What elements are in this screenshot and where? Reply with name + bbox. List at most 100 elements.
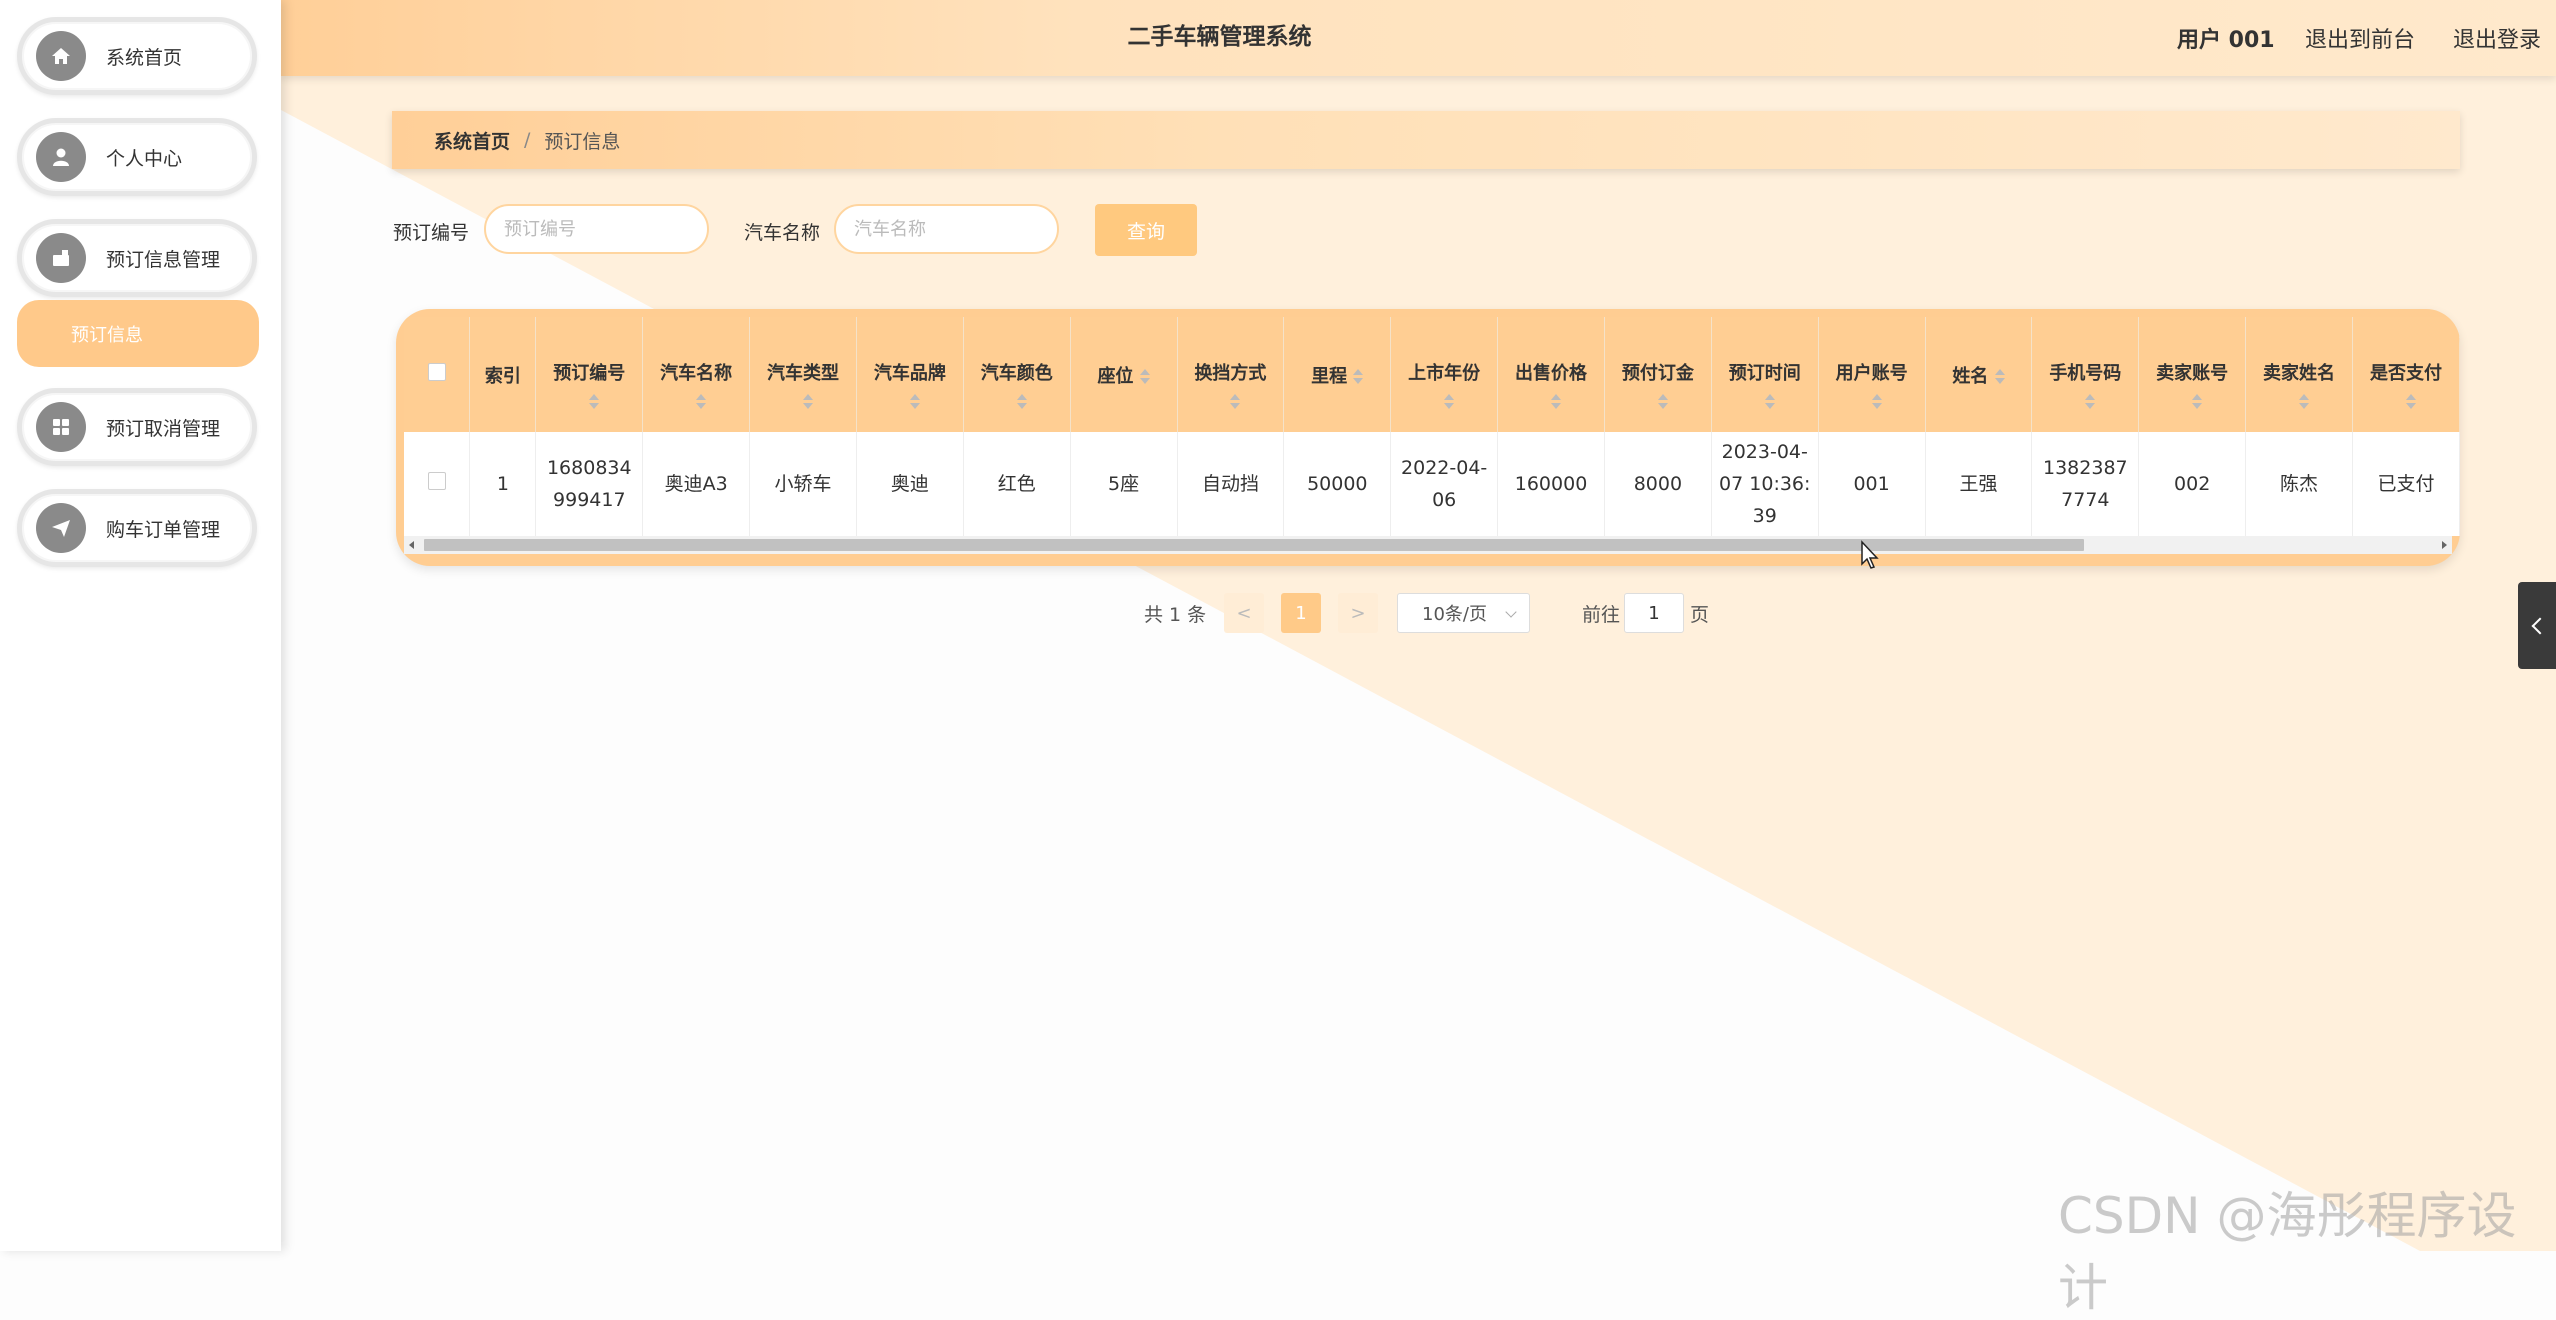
- table-cell: 2022-04-06: [1390, 432, 1499, 536]
- table-cell: 自动挡: [1177, 432, 1285, 536]
- sidebar: 系统首页 个人中心 预订信息管理 预订信息 预订取消管理 购车订单管理: [0, 0, 281, 1251]
- sidebar-item-label: 购车订单管理: [106, 518, 221, 541]
- breadcrumb-home[interactable]: 系统首页: [434, 127, 510, 154]
- row-checkbox[interactable]: [404, 432, 471, 536]
- back-to-front-link[interactable]: 退出到前台: [2305, 22, 2415, 54]
- sidebar-item-purchase-orders[interactable]: 购车订单管理: [17, 489, 257, 567]
- sidebar-item-profile[interactable]: 个人中心: [17, 118, 257, 196]
- table-cell: 红色: [963, 432, 1071, 536]
- sort-icon[interactable]: [2299, 393, 2310, 411]
- column-header[interactable]: 座位: [1070, 317, 1178, 432]
- column-header[interactable]: 卖家姓名: [2245, 317, 2353, 432]
- sort-icon[interactable]: [696, 393, 707, 411]
- table-cell: 5座: [1070, 432, 1178, 536]
- sort-icon[interactable]: [589, 393, 600, 411]
- sidebar-item-booking-management[interactable]: 预订信息管理: [17, 219, 257, 297]
- chevron-down-icon: [1505, 606, 1517, 618]
- table-cell: 小轿车: [749, 432, 857, 536]
- table-cell: 1680834999417: [535, 432, 644, 536]
- select-all-checkbox[interactable]: [404, 317, 471, 432]
- sidebar-item-home[interactable]: 系统首页: [17, 17, 257, 95]
- column-header[interactable]: 姓名: [1925, 317, 2033, 432]
- sort-icon[interactable]: [1764, 393, 1775, 411]
- sidebar-item-label: 个人中心: [106, 147, 183, 170]
- pagination-total: 共 1 条: [1144, 604, 1207, 626]
- order-no-input[interactable]: [484, 204, 709, 254]
- sort-icon[interactable]: [1353, 368, 1364, 386]
- column-header[interactable]: 汽车品牌: [856, 317, 964, 432]
- sort-icon[interactable]: [803, 393, 813, 411]
- top-header: 二手车辆管理系统 用户 001 退出到前台 退出登录: [281, 0, 2556, 76]
- sort-icon[interactable]: [1994, 368, 2005, 386]
- sidebar-subitem-booking-info[interactable]: 预订信息: [17, 300, 259, 367]
- sort-icon[interactable]: [1016, 393, 1027, 411]
- column-header[interactable]: 预订编号: [535, 317, 644, 432]
- sort-icon[interactable]: [1551, 393, 1562, 411]
- table-cell: 奥迪: [856, 432, 964, 536]
- current-user: 用户 001: [2177, 28, 2275, 53]
- breadcrumb-current: 预订信息: [544, 130, 621, 153]
- page-size-value: 10条/页: [1422, 604, 1487, 625]
- goto-page-input[interactable]: [1624, 593, 1684, 633]
- column-header[interactable]: 汽车类型: [749, 317, 857, 432]
- sidebar-item-label: 系统首页: [106, 46, 183, 69]
- column-header[interactable]: 预付订金: [1604, 317, 1712, 432]
- query-button[interactable]: 查询: [1095, 204, 1197, 256]
- table-cell: 160000: [1497, 432, 1605, 536]
- sort-icon[interactable]: [1139, 368, 1150, 386]
- scrollbar-thumb[interactable]: [424, 539, 2084, 551]
- breadcrumb: 系统首页 / 预订信息: [392, 111, 2460, 169]
- sidebar-item-cancel-management[interactable]: 预订取消管理: [17, 388, 257, 466]
- table-cell: 001: [1818, 432, 1926, 536]
- table-cell: 8000: [1604, 432, 1712, 536]
- panel-toggle-button[interactable]: [2518, 582, 2556, 669]
- page-number-button[interactable]: 1: [1281, 593, 1321, 633]
- scroll-left-icon[interactable]: [409, 541, 414, 549]
- column-header[interactable]: 上市年份: [1390, 317, 1499, 432]
- column-header: 索引: [469, 317, 537, 432]
- column-header[interactable]: 手机号码: [2031, 317, 2140, 432]
- sort-icon[interactable]: [1444, 393, 1455, 411]
- page-size-select[interactable]: 10条/页: [1397, 593, 1530, 633]
- sort-icon[interactable]: [1230, 393, 1241, 411]
- table-cell: 王强: [1925, 432, 2033, 536]
- table-cell: 已支付: [2352, 432, 2460, 536]
- table-cell: 13823877774: [2031, 432, 2140, 536]
- column-header[interactable]: 用户账号: [1818, 317, 1926, 432]
- watermark: CSDN @海彤程序设计: [2058, 1187, 2517, 1317]
- column-header[interactable]: 卖家账号: [2138, 317, 2247, 432]
- goto-unit-label: 页: [1690, 604, 1710, 626]
- table-cell: 奥迪A3: [642, 432, 751, 536]
- user-icon: [36, 132, 86, 182]
- sort-icon[interactable]: [2192, 393, 2203, 411]
- sort-icon[interactable]: [2085, 393, 2096, 411]
- scroll-right-icon[interactable]: [2442, 541, 2447, 549]
- table-header-row: 索引 预订编号 汽车名称 汽车类型 汽车品牌 汽车颜色 座位 换挡方式 里程 上…: [404, 317, 2460, 432]
- column-header[interactable]: 预订时间: [1711, 317, 1819, 432]
- mouse-cursor-icon: [1861, 540, 1879, 569]
- sort-icon[interactable]: [1657, 393, 1668, 411]
- data-table: 索引 预订编号 汽车名称 汽车类型 汽车品牌 汽车颜色 座位 换挡方式 里程 上…: [396, 309, 2460, 566]
- column-header[interactable]: 汽车名称: [642, 317, 751, 432]
- sort-icon[interactable]: [909, 393, 920, 411]
- column-header[interactable]: 汽车颜色: [963, 317, 1071, 432]
- next-page-button[interactable]: >: [1338, 593, 1378, 633]
- logout-link[interactable]: 退出登录: [2453, 22, 2541, 54]
- sidebar-item-label: 预订取消管理: [106, 417, 221, 440]
- column-header[interactable]: 是否支付: [2352, 317, 2460, 432]
- column-header[interactable]: 里程: [1283, 317, 1392, 432]
- sort-icon[interactable]: [2405, 393, 2416, 411]
- prev-page-button[interactable]: <: [1224, 593, 1264, 633]
- column-header[interactable]: 出售价格: [1497, 317, 1605, 432]
- car-name-input[interactable]: [834, 204, 1059, 254]
- table-cell: 002: [2138, 432, 2247, 536]
- sort-icon[interactable]: [1871, 393, 1882, 411]
- breadcrumb-separator: /: [524, 129, 531, 151]
- table-cell: 陈杰: [2245, 432, 2353, 536]
- column-header[interactable]: 换挡方式: [1177, 317, 1285, 432]
- order-no-label: 预订编号: [393, 222, 470, 244]
- table-cell: 50000: [1283, 432, 1392, 536]
- table-cell: 1: [469, 432, 537, 536]
- horizontal-scrollbar[interactable]: [404, 536, 2452, 554]
- background-shape: [281, 76, 2556, 1251]
